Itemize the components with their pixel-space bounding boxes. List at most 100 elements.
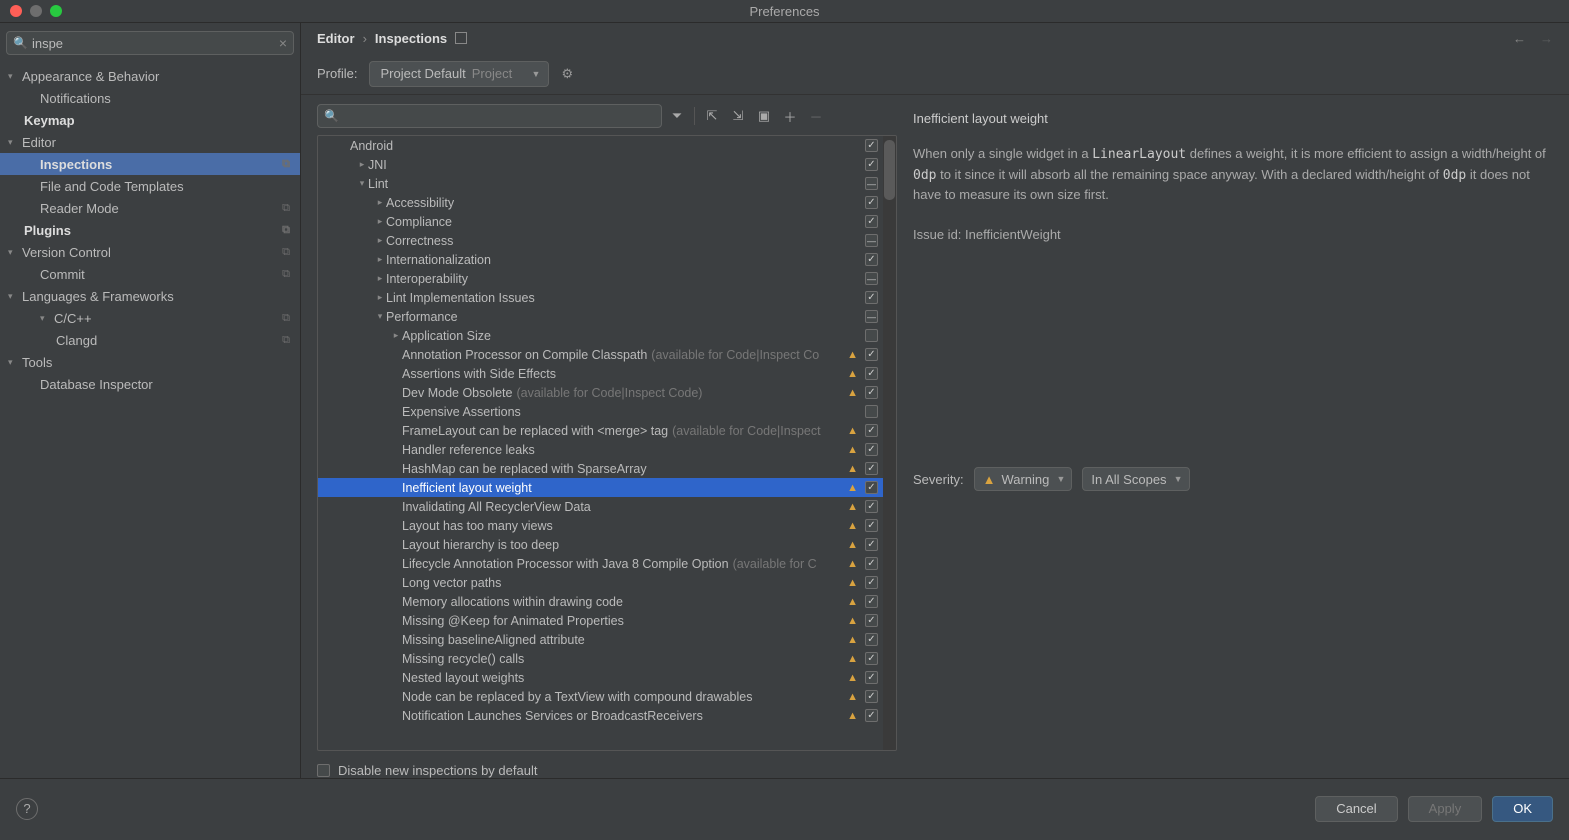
sidebar-item-reader-mode[interactable]: Reader Mode⧉ (0, 197, 300, 219)
sidebar-item-languages-frameworks[interactable]: ▾Languages & Frameworks (0, 285, 300, 307)
inspection-checkbox[interactable] (865, 405, 878, 418)
breadcrumb-part-editor[interactable]: Editor (317, 31, 355, 46)
remove-icon[interactable]: － (805, 105, 827, 127)
disable-new-inspections-checkbox[interactable] (317, 764, 330, 777)
inspection-checkbox[interactable] (865, 652, 878, 665)
inspection-checkbox[interactable] (865, 386, 878, 399)
close-window-button[interactable] (10, 5, 22, 17)
inspection-row[interactable]: Missing @Keep for Animated Properties▲ (318, 611, 896, 630)
inspection-checkbox[interactable] (865, 253, 878, 266)
sidebar-item-clangd[interactable]: Clangd⧉ (0, 329, 300, 351)
inspection-row[interactable]: Annotation Processor on Compile Classpat… (318, 345, 896, 364)
inspection-checkbox[interactable] (865, 367, 878, 380)
nav-back-icon[interactable]: ← (1513, 31, 1526, 46)
inspection-checkbox[interactable] (865, 215, 878, 228)
sidebar-item-version-control[interactable]: ▾Version Control⧉ (0, 241, 300, 263)
inspection-row[interactable]: Inefficient layout weight▲ (318, 478, 896, 497)
inspection-checkbox[interactable] (865, 158, 878, 171)
inspection-row[interactable]: Long vector paths▲ (318, 573, 896, 592)
inspection-checkbox[interactable] (865, 595, 878, 608)
inspection-row[interactable]: HashMap can be replaced with SparseArray… (318, 459, 896, 478)
profile-select[interactable]: Project Default Project ▼ (369, 61, 549, 87)
sidebar-item-appearance-behavior[interactable]: ▾Appearance & Behavior (0, 65, 300, 87)
inspection-row[interactable]: Nested layout weights▲ (318, 668, 896, 687)
inspection-checkbox[interactable] (865, 519, 878, 532)
inspection-row[interactable]: ▸Accessibility (318, 193, 896, 212)
inspection-checkbox[interactable] (865, 690, 878, 703)
inspection-row[interactable]: Missing recycle() calls▲ (318, 649, 896, 668)
sidebar-item-c-c-[interactable]: ▾C/C++⧉ (0, 307, 300, 329)
inspection-row[interactable]: ▸Compliance (318, 212, 896, 231)
reset-icon[interactable]: ▣ (753, 105, 775, 127)
inspection-checkbox[interactable] (865, 538, 878, 551)
filter-icon[interactable]: ⏷ (666, 105, 688, 127)
help-button[interactable]: ? (16, 798, 38, 820)
inspections-search[interactable]: 🔍 (317, 104, 662, 128)
inspection-row[interactable]: Layout has too many views▲ (318, 516, 896, 535)
inspection-checkbox[interactable] (865, 424, 878, 437)
inspection-checkbox[interactable] (865, 196, 878, 209)
inspection-checkbox[interactable] (865, 462, 878, 475)
inspection-checkbox[interactable] (865, 291, 878, 304)
severity-select[interactable]: ▲ Warning ▼ (974, 467, 1073, 491)
add-icon[interactable]: ＋ (779, 105, 801, 127)
inspection-checkbox[interactable] (865, 633, 878, 646)
inspection-row[interactable]: Node can be replaced by a TextView with … (318, 687, 896, 706)
sidebar-item-plugins[interactable]: Plugins⧉ (0, 219, 300, 241)
inspection-checkbox[interactable] (865, 272, 878, 285)
minimize-window-button[interactable] (30, 5, 42, 17)
sidebar-item-commit[interactable]: Commit⧉ (0, 263, 300, 285)
maximize-window-button[interactable] (50, 5, 62, 17)
scope-select[interactable]: In All Scopes ▼ (1082, 467, 1189, 491)
inspection-row[interactable]: Dev Mode Obsolete(available for Code|Ins… (318, 383, 896, 402)
gear-icon[interactable]: ⚙ (561, 66, 573, 82)
sidebar-search[interactable]: 🔍 × (6, 31, 294, 55)
inspection-row[interactable]: Missing baselineAligned attribute▲ (318, 630, 896, 649)
apply-button[interactable]: Apply (1408, 796, 1483, 822)
inspection-row[interactable]: Memory allocations within drawing code▲ (318, 592, 896, 611)
inspection-row[interactable]: ▾Performance (318, 307, 896, 326)
inspection-checkbox[interactable] (865, 139, 878, 152)
sidebar-search-input[interactable] (32, 36, 279, 51)
inspection-row[interactable]: ▸Internationalization (318, 250, 896, 269)
inspection-row[interactable]: ▸Correctness (318, 231, 896, 250)
inspection-checkbox[interactable] (865, 671, 878, 684)
inspection-row[interactable]: ▸Lint Implementation Issues (318, 288, 896, 307)
inspection-row[interactable]: Notification Launches Services or Broadc… (318, 706, 896, 725)
inspection-checkbox[interactable] (865, 500, 878, 513)
inspection-checkbox[interactable] (865, 557, 878, 570)
sidebar-item-inspections[interactable]: Inspections⧉ (0, 153, 300, 175)
inspection-row[interactable]: Invalidating All RecyclerView Data▲ (318, 497, 896, 516)
sidebar-item-tools[interactable]: ▾Tools (0, 351, 300, 373)
inspection-row[interactable]: ▸JNI (318, 155, 896, 174)
inspection-row[interactable]: ▾Lint (318, 174, 896, 193)
ok-button[interactable]: OK (1492, 796, 1553, 822)
sidebar-item-keymap[interactable]: Keymap (0, 109, 300, 131)
collapse-all-icon[interactable]: ⇲ (727, 105, 749, 127)
inspection-checkbox[interactable] (865, 709, 878, 722)
inspection-checkbox[interactable] (865, 329, 878, 342)
inspection-checkbox[interactable] (865, 481, 878, 494)
sidebar-item-editor[interactable]: ▾Editor (0, 131, 300, 153)
sidebar-item-database-inspector[interactable]: Database Inspector (0, 373, 300, 395)
cancel-button[interactable]: Cancel (1315, 796, 1397, 822)
inspection-checkbox[interactable] (865, 348, 878, 361)
inspection-row[interactable]: ▸Application Size (318, 326, 896, 345)
inspection-checkbox[interactable] (865, 234, 878, 247)
inspection-checkbox[interactable] (865, 576, 878, 589)
expand-icon[interactable] (455, 32, 467, 44)
expand-all-icon[interactable]: ⇱ (701, 105, 723, 127)
sidebar-item-file-and-code-templates[interactable]: File and Code Templates (0, 175, 300, 197)
inspection-row[interactable]: ▸Interoperability (318, 269, 896, 288)
sidebar-item-notifications[interactable]: Notifications (0, 87, 300, 109)
search-clear-icon[interactable]: × (279, 35, 287, 51)
inspection-row[interactable]: Handler reference leaks▲ (318, 440, 896, 459)
inspection-checkbox[interactable] (865, 614, 878, 627)
inspection-checkbox[interactable] (865, 177, 878, 190)
scrollbar-thumb[interactable] (884, 140, 895, 200)
inspection-row[interactable]: FrameLayout can be replaced with <merge>… (318, 421, 896, 440)
inspection-row[interactable]: Android (318, 136, 896, 155)
inspection-checkbox[interactable] (865, 310, 878, 323)
inspection-row[interactable]: Expensive Assertions (318, 402, 896, 421)
inspection-row[interactable]: Assertions with Side Effects▲ (318, 364, 896, 383)
